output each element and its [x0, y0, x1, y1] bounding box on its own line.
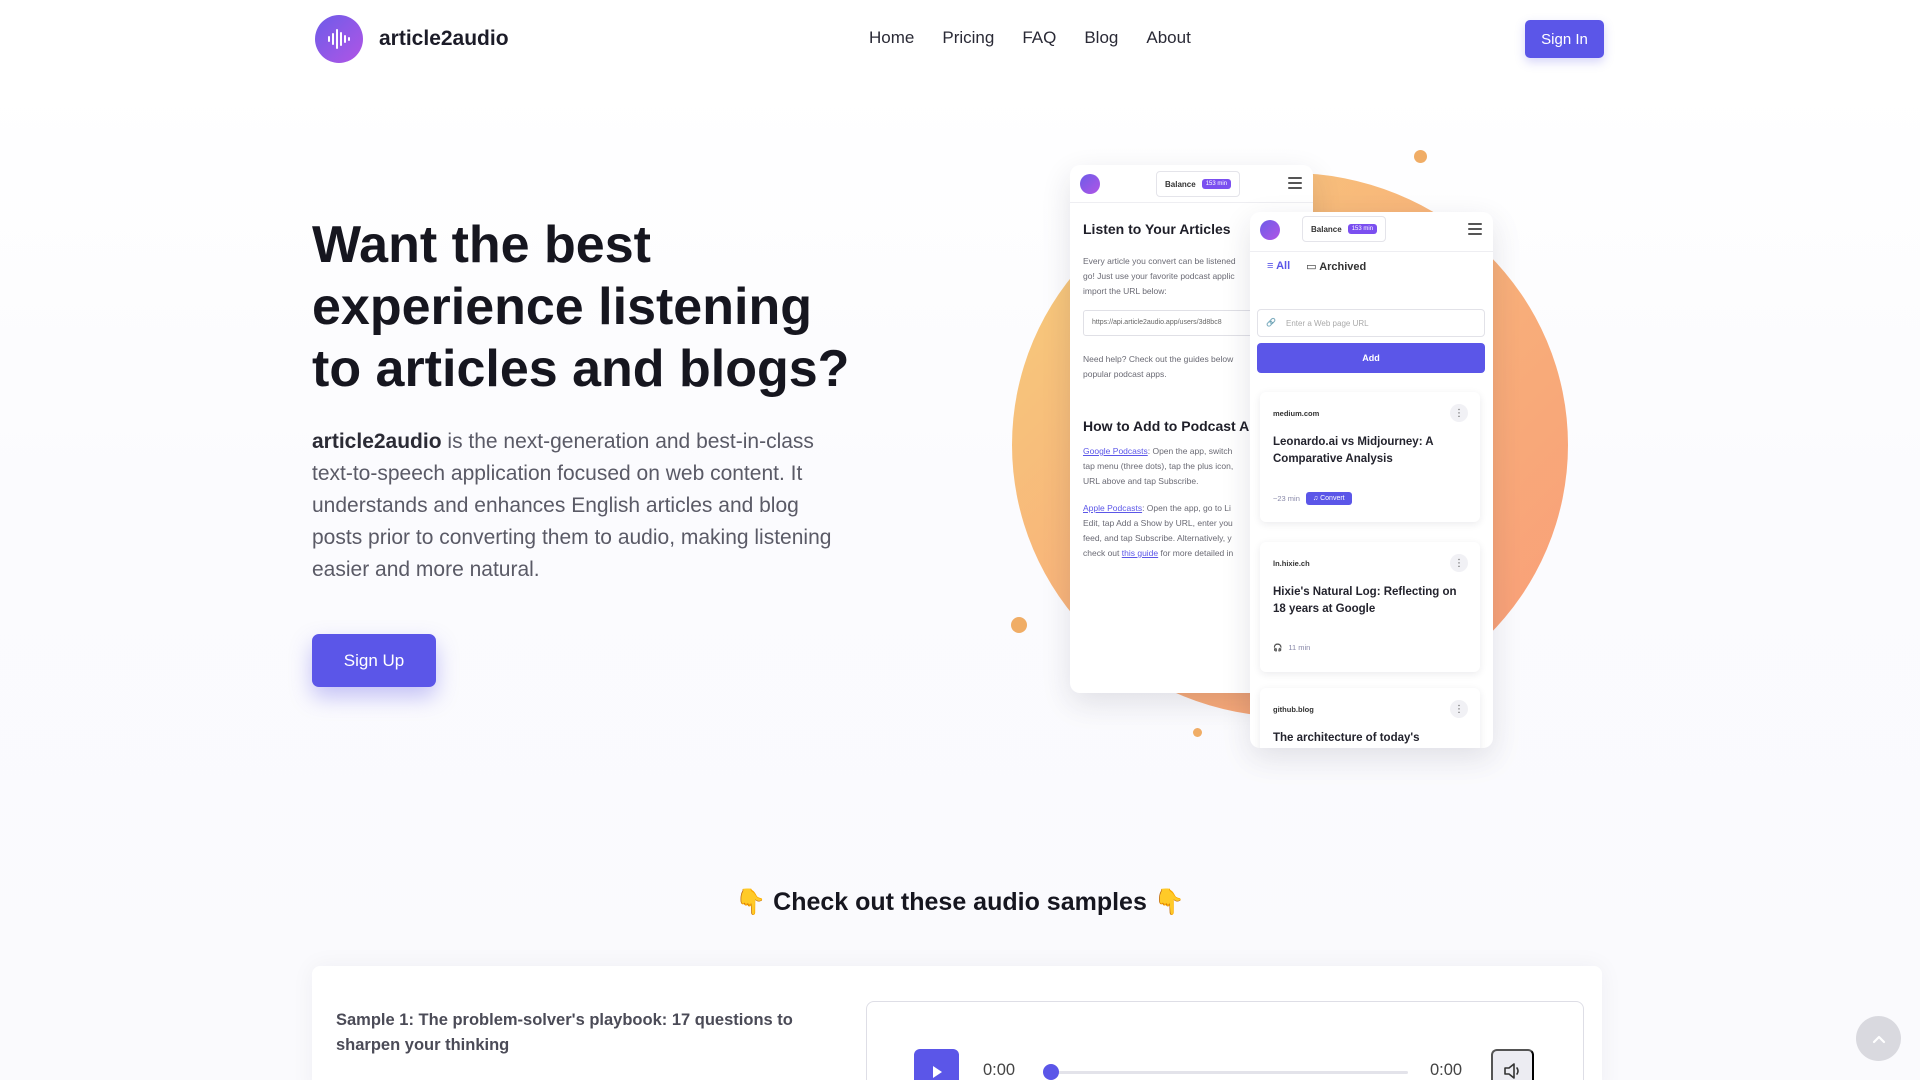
article-title: Leonardo.ai vs Midjourney: A Comparative…	[1273, 436, 1434, 465]
tab-all-label: All	[1276, 260, 1291, 272]
current-time: 0:00	[983, 1061, 1016, 1079]
nav-about[interactable]: About	[1146, 28, 1190, 48]
tab-archived: ▭ Archived	[1306, 261, 1367, 273]
text-line: Need help? Check out the guides below	[1083, 354, 1234, 364]
listen-title: Listen to Your Articles	[1083, 221, 1231, 237]
article-meta: 🎧 11 min	[1273, 643, 1310, 652]
listen-intro: Every article you convert can be listene…	[1083, 254, 1263, 299]
url-input: Enter a Web page URL	[1257, 309, 1485, 337]
site-header: article2audio Home Pricing FAQ Blog Abou…	[0, 0, 1920, 80]
decor-dot	[1011, 617, 1027, 633]
decor-dot	[1193, 728, 1202, 737]
sign-in-button[interactable]: Sign In	[1525, 20, 1604, 58]
text-line: import the URL below:	[1083, 286, 1167, 296]
nav-pricing[interactable]: Pricing	[942, 28, 994, 48]
app-logo-icon	[1080, 174, 1100, 194]
audio-player	[866, 1001, 1584, 1080]
hero-description: article2audio is the next-generation and…	[312, 426, 842, 586]
article-card: ln.hixie.ch ⋮ Hixie's Natural Log: Refle…	[1260, 542, 1480, 672]
text-line: Every article you convert can be listene…	[1083, 256, 1236, 266]
decor-dot	[1414, 150, 1427, 163]
apple-podcasts-link: Apple Podcasts	[1083, 503, 1143, 513]
balance-label: Balance	[1311, 224, 1342, 234]
menu-icon	[1288, 177, 1302, 192]
article-title: Hixie's Natural Log: Reflecting on 18 ye…	[1273, 586, 1457, 615]
progress-track[interactable]	[1050, 1071, 1408, 1074]
text-line: for more detailed in	[1158, 548, 1234, 558]
article-card: github.blog ⋮ The architecture of today'…	[1260, 688, 1480, 748]
nav-faq[interactable]: FAQ	[1022, 28, 1056, 48]
google-podcasts-link: Google Podcasts	[1083, 446, 1148, 456]
article-source: medium.com	[1273, 409, 1320, 418]
volume-button[interactable]	[1491, 1049, 1534, 1080]
text-line: URL above and tap Subscribe.	[1083, 476, 1199, 486]
app-logo-icon	[1260, 220, 1280, 240]
balance-indicator: Balance 153 min	[1156, 171, 1241, 197]
main-nav: Home Pricing FAQ Blog About	[869, 28, 1191, 48]
convert-button: ♫ Convert	[1305, 492, 1352, 505]
text-line: popular podcast apps.	[1083, 369, 1167, 379]
sound-wave-icon	[315, 15, 363, 63]
volume-icon	[1503, 1062, 1519, 1079]
nav-blog[interactable]: Blog	[1084, 28, 1118, 48]
guide-link: this guide	[1121, 548, 1159, 558]
google-podcasts-instructions: Google Podcasts: Open the app, switch ta…	[1083, 444, 1263, 489]
article-tabs: ≡ All ▭ Archived	[1267, 260, 1366, 273]
balance-label: Balance	[1165, 179, 1196, 189]
text-line: Edit, tap Add a Show by URL, enter you	[1083, 518, 1233, 528]
article-duration: ~23 min	[1273, 494, 1300, 503]
balance-value: 153 min	[1347, 224, 1378, 234]
nav-home[interactable]: Home	[869, 28, 914, 48]
how-to-title: How to Add to Podcast A	[1083, 418, 1250, 434]
convert-label: Convert	[1320, 495, 1345, 502]
help-text: Need help? Check out the guides below po…	[1083, 352, 1263, 382]
hero-title: Want the best experience listening to ar…	[312, 216, 850, 398]
headphones-icon: 🎧	[1273, 643, 1283, 652]
app-topbar: Balance 153 min	[1070, 165, 1313, 203]
brand-name: article2audio	[379, 27, 509, 50]
tab-all: ≡ All	[1267, 260, 1291, 272]
text-line: : Open the app, switch	[1147, 446, 1233, 456]
article-source: github.blog	[1273, 705, 1314, 714]
balance-value: 153 min	[1201, 179, 1232, 189]
more-icon: ⋮	[1450, 554, 1468, 572]
chevron-up-icon	[1872, 1035, 1885, 1043]
article-source: ln.hixie.ch	[1273, 559, 1310, 568]
scroll-to-top-button[interactable]	[1856, 1016, 1901, 1061]
page-background	[0, 80, 1920, 1080]
samples-heading: 👇 Check out these audio samples 👇	[735, 888, 1185, 916]
duration-time: 0:00	[1430, 1061, 1463, 1079]
tab-archived-label: Archived	[1319, 261, 1367, 273]
balance-indicator: Balance 153 min	[1302, 216, 1387, 242]
more-icon: ⋮	[1450, 700, 1468, 718]
article-duration: 11 min	[1288, 643, 1311, 652]
play-icon	[932, 1065, 942, 1078]
text-line: go! Just use your favorite podcast appli…	[1083, 271, 1235, 281]
article-meta: ~23 min ♫ Convert	[1273, 492, 1352, 505]
text-line: feed, and tap Subscribe. Alternatively, …	[1083, 533, 1232, 543]
app-screenshot-article-list: Balance 153 min ≡ All ▭ Archived 🔗 Enter…	[1250, 212, 1493, 748]
text-line: : Open the app, go to Li	[1142, 503, 1231, 513]
hero-description-brand: article2audio	[312, 430, 442, 453]
article-title: The architecture of today's	[1273, 732, 1420, 744]
sample-title: Sample 1: The problem-solver's playbook:…	[336, 1011, 793, 1054]
brand-logo[interactable]: article2audio	[315, 15, 509, 63]
play-button[interactable]	[914, 1049, 959, 1080]
text-line: tap menu (three dots), tap the plus icon…	[1083, 461, 1234, 471]
more-icon: ⋮	[1450, 404, 1468, 422]
apple-podcasts-instructions: Apple Podcasts: Open the app, go to Li E…	[1083, 501, 1263, 561]
sign-up-button[interactable]: Sign Up	[312, 634, 436, 687]
app-topbar: Balance 153 min	[1250, 212, 1493, 252]
progress-thumb[interactable]	[1043, 1064, 1059, 1080]
article-card: medium.com ⋮ Leonardo.ai vs Midjourney: …	[1260, 392, 1480, 522]
add-button: Add	[1257, 343, 1485, 373]
text-line: check out	[1083, 548, 1122, 558]
menu-icon	[1468, 223, 1482, 238]
